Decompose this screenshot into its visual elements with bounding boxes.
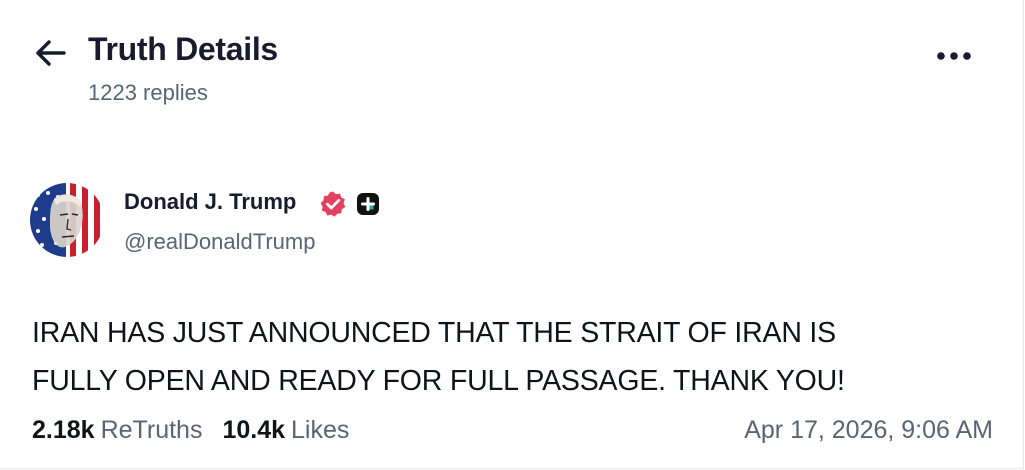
retruths-label: ReTruths <box>100 416 203 444</box>
post-timestamp: Apr 17, 2026, 9:06 AM <box>744 416 993 444</box>
retruths-stat[interactable]: 2.18k ReTruths <box>32 416 202 445</box>
post-text-line: FULLY OPEN AND READY FOR FULL PASSAGE. T… <box>32 365 845 397</box>
page-title: Truth Details <box>88 31 278 67</box>
post-text-line: IRAN HAS JUST ANNOUNCED THAT THE STRAIT … <box>32 317 836 349</box>
likes-stat[interactable]: 10.4k Likes <box>222 416 349 445</box>
plus-badge-icon <box>357 193 379 215</box>
arrow-left-icon <box>36 40 66 66</box>
likes-count: 10.4k <box>222 416 286 444</box>
avatar-image <box>30 183 104 257</box>
back-button[interactable] <box>34 36 68 70</box>
truth-details-view: Truth Details 1223 replies Donald J. Tru… <box>0 0 1024 469</box>
retruths-count: 2.18k <box>32 416 95 444</box>
reply-count: 1223 replies <box>88 80 208 105</box>
verified-badge-icon <box>320 191 346 217</box>
author-handle[interactable]: @realDonaldTrump <box>124 229 315 255</box>
author-display-name[interactable]: Donald J. Trump <box>124 189 296 215</box>
post-stats: 2.18k ReTruths 10.4k Likes <box>32 416 349 445</box>
likes-label: Likes <box>291 416 350 444</box>
post-text: IRAN HAS JUST ANNOUNCED THAT THE STRAIT … <box>32 309 992 405</box>
more-options-button[interactable] <box>932 42 976 70</box>
avatar[interactable] <box>30 183 104 257</box>
more-horizontal-icon <box>937 52 971 60</box>
